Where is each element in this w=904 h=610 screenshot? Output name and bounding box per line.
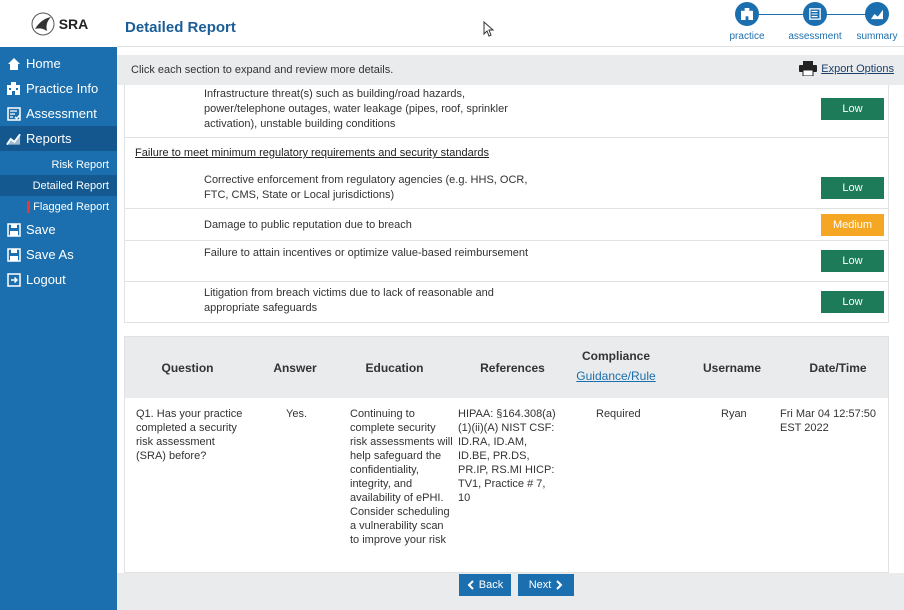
- section-title[interactable]: Failure to meet minimum regulatory requi…: [135, 147, 489, 159]
- building-icon: [6, 81, 21, 96]
- chart-icon: [6, 131, 21, 146]
- report-content: Infrastructure threat(s) such as buildin…: [117, 85, 904, 573]
- nav-logout-label: Logout: [26, 272, 66, 287]
- step-assessment-label: assessment: [788, 31, 842, 42]
- risk-level-badge: Low: [821, 98, 884, 120]
- risk-text: Damage to public reputation due to breac…: [204, 219, 412, 231]
- nav-assessment[interactable]: Assessment: [0, 101, 117, 126]
- sidebar: SRA Home Practice Info Assessment Report…: [0, 0, 117, 610]
- footer-bar: Back Next: [117, 573, 904, 610]
- table-header: Question Answer Education References Com…: [125, 337, 888, 398]
- risk-text: Infrastructure threat(s) such as buildin…: [204, 88, 508, 130]
- mouse-cursor-icon: [483, 21, 495, 37]
- header-datetime: Date/Time: [809, 361, 867, 375]
- back-button[interactable]: Back: [459, 574, 511, 596]
- cell-username: Ryan: [721, 408, 747, 420]
- cell-education: Continuing to complete security risk ass…: [350, 408, 453, 546]
- nav-save-label: Save: [26, 222, 56, 237]
- sub-flagged-report[interactable]: Flagged Report: [0, 196, 117, 217]
- risk-level-badge: Low: [821, 177, 884, 199]
- building-icon: [735, 2, 759, 26]
- cell-answer: Yes.: [286, 408, 308, 420]
- nav-home[interactable]: Home: [0, 51, 117, 76]
- export-options-label: Export Options: [821, 62, 894, 75]
- nav-save-as[interactable]: Save As: [0, 242, 117, 267]
- nav-save[interactable]: Save: [0, 217, 117, 242]
- header-question: Question: [161, 361, 214, 375]
- cell-question: Q1. Has your practice completed a securi…: [136, 408, 243, 462]
- next-label: Next: [528, 579, 552, 591]
- risk-row: Failure to attain incentives or optimize…: [125, 241, 888, 282]
- header-username: Username: [702, 361, 762, 375]
- risk-level-badge: Low: [821, 291, 884, 313]
- question-table: Question Answer Education References Com…: [124, 336, 889, 573]
- risk-row: Damage to public reputation due to breac…: [125, 209, 888, 241]
- chevron-right-icon: [556, 580, 563, 590]
- nav-home-label: Home: [26, 56, 61, 71]
- printer-icon: [799, 61, 818, 76]
- chart-icon: [865, 2, 889, 26]
- nav-practice-info-label: Practice Info: [26, 81, 99, 96]
- step-summary-label: summary: [856, 31, 898, 42]
- step-assessment[interactable]: assessment: [785, 2, 845, 42]
- risk-text: Failure to attain incentives or optimize…: [204, 247, 529, 259]
- next-button[interactable]: Next: [518, 574, 574, 596]
- nav-reports-label: Reports: [26, 131, 72, 146]
- cell-datetime: Fri Mar 04 12:57:50 EST 2022: [780, 408, 876, 434]
- risk-level-badge: Medium: [821, 214, 884, 236]
- header-education: Education: [365, 361, 424, 375]
- info-text: Click each section to expand and review …: [131, 64, 394, 76]
- risk-text: Litigation from breach victims due to la…: [204, 287, 494, 314]
- risk-row: Infrastructure threat(s) such as buildin…: [125, 85, 888, 138]
- save-as-icon: [6, 247, 21, 262]
- nav-logout[interactable]: Logout: [0, 267, 117, 292]
- export-options-link[interactable]: Export Options: [799, 61, 894, 76]
- risk-row: Litigation from breach victims due to la…: [125, 282, 888, 322]
- progress-steps: practice assessment summary: [719, 2, 904, 46]
- nav-assessment-label: Assessment: [26, 106, 97, 121]
- nav-reports[interactable]: Reports: [0, 126, 117, 151]
- sub-risk-report-label: Risk Report: [51, 158, 109, 171]
- sub-risk-report[interactable]: Risk Report: [0, 154, 117, 175]
- logo[interactable]: SRA: [0, 0, 117, 47]
- header-compliance: Compliance: [581, 349, 650, 363]
- step-practice[interactable]: practice: [717, 2, 777, 42]
- nav-practice-info[interactable]: Practice Info: [0, 76, 117, 101]
- risk-row: Corrective enforcement from regulatory a…: [125, 169, 888, 209]
- risk-text: Corrective enforcement from regulatory a…: [204, 174, 528, 201]
- checklist-icon: [6, 106, 21, 121]
- sub-flagged-report-label: Flagged Report: [33, 200, 109, 213]
- step-summary[interactable]: summary: [847, 2, 904, 42]
- info-bar: Click each section to expand and review …: [117, 55, 904, 85]
- checklist-icon: [803, 2, 827, 26]
- page-title: Detailed Report: [125, 19, 236, 36]
- hhs-logo: SRA: [29, 11, 89, 37]
- header: Detailed Report practice assessment summ…: [117, 0, 904, 47]
- step-practice-label: practice: [729, 31, 765, 42]
- logo-text: SRA: [58, 15, 89, 32]
- risk-level-badge: Low: [821, 250, 884, 272]
- save-icon: [6, 222, 21, 237]
- risk-panel: Infrastructure threat(s) such as buildin…: [124, 85, 889, 323]
- sub-detailed-report[interactable]: Detailed Report: [0, 175, 117, 196]
- sub-detailed-report-label: Detailed Report: [32, 179, 109, 192]
- header-answer: Answer: [273, 361, 317, 375]
- cell-references: HIPAA: §164.308(a)(1)(ii)(A) NIST CSF: I…: [458, 408, 556, 504]
- cell-compliance: Required: [596, 408, 641, 420]
- chevron-left-icon: [467, 580, 474, 590]
- nav-save-as-label: Save As: [26, 247, 74, 262]
- logout-icon: [6, 272, 21, 287]
- home-icon: [6, 56, 21, 71]
- guidance-rule-link[interactable]: Guidance/Rule: [571, 369, 661, 383]
- back-label: Back: [478, 579, 504, 591]
- header-references: References: [480, 361, 545, 375]
- flag-marker: [27, 200, 31, 213]
- eagle-icon: [31, 12, 55, 35]
